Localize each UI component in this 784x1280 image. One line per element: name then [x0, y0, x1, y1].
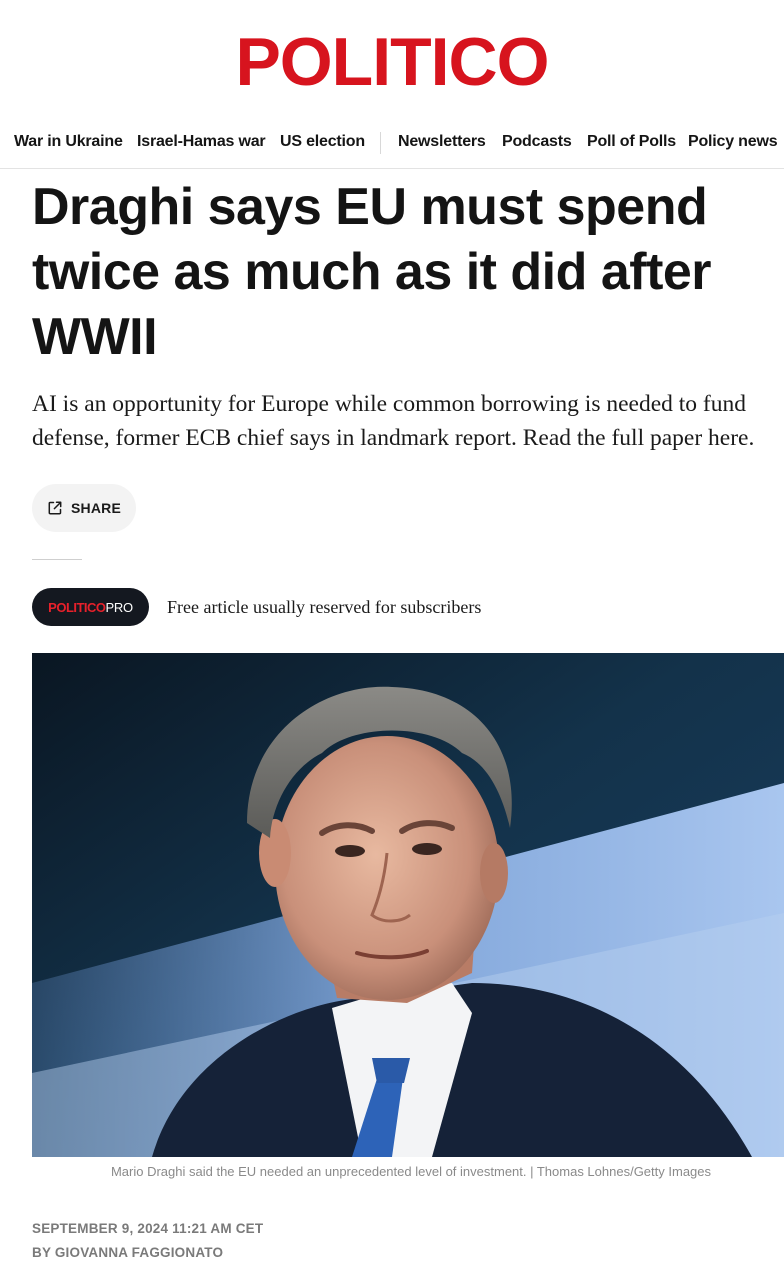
pro-free-article-note: Free article usually reserved for subscr… — [167, 597, 482, 617]
section-divider — [32, 559, 82, 560]
article-hero-image — [32, 653, 784, 1157]
nav-item-newsletters[interactable]: Newsletters — [398, 126, 486, 158]
headline-line: WWII — [32, 308, 158, 366]
image-caption: Mario Draghi said the EU needed an unpre… — [110, 1164, 712, 1179]
nav-item-policy-news[interactable]: Policy news — [688, 126, 778, 158]
article-dek: AI is an opportunity for Europe while co… — [32, 387, 782, 455]
dek-line[interactable]: defense, former ECB chief says in landma… — [32, 425, 754, 451]
share-button[interactable]: SHARE — [32, 484, 136, 532]
pro-badge-suffix: PRO — [105, 599, 134, 615]
article-headline: Draghi says EU must spend twice as much … — [32, 175, 762, 370]
article-byline[interactable]: BY GIOVANNA FAGGIONATO — [32, 1243, 223, 1263]
politico-logo[interactable]: POLITICO — [0, 26, 784, 98]
headline-line: twice as much as it did after — [32, 243, 712, 301]
politico-pro-badge[interactable]: POLITICO PRO — [32, 588, 149, 626]
share-external-icon — [48, 501, 62, 515]
dek-line: AI is an opportunity for Europe while co… — [32, 391, 746, 417]
nav-item-podcasts[interactable]: Podcasts — [502, 126, 572, 158]
pro-badge-brand: POLITICO — [48, 599, 106, 615]
nav-divider — [380, 132, 381, 154]
nav-item-israel-hamas-war[interactable]: Israel-Hamas war — [137, 126, 266, 158]
nav-item-us-election[interactable]: US election — [280, 126, 365, 158]
nav-item-poll-of-polls[interactable]: Poll of Polls — [587, 126, 676, 158]
masthead: POLITICO — [0, 0, 784, 120]
nav-divider-line — [0, 168, 784, 169]
headline-line: Draghi says EU must spend — [32, 178, 708, 236]
article-dateline: SEPTEMBER 9, 2024 11:21 AM CET — [32, 1221, 264, 1236]
top-navigation: War in Ukraine Israel-Hamas war US elect… — [0, 126, 784, 164]
nav-item-war-in-ukraine[interactable]: War in Ukraine — [14, 126, 123, 158]
share-label: SHARE — [70, 500, 121, 516]
